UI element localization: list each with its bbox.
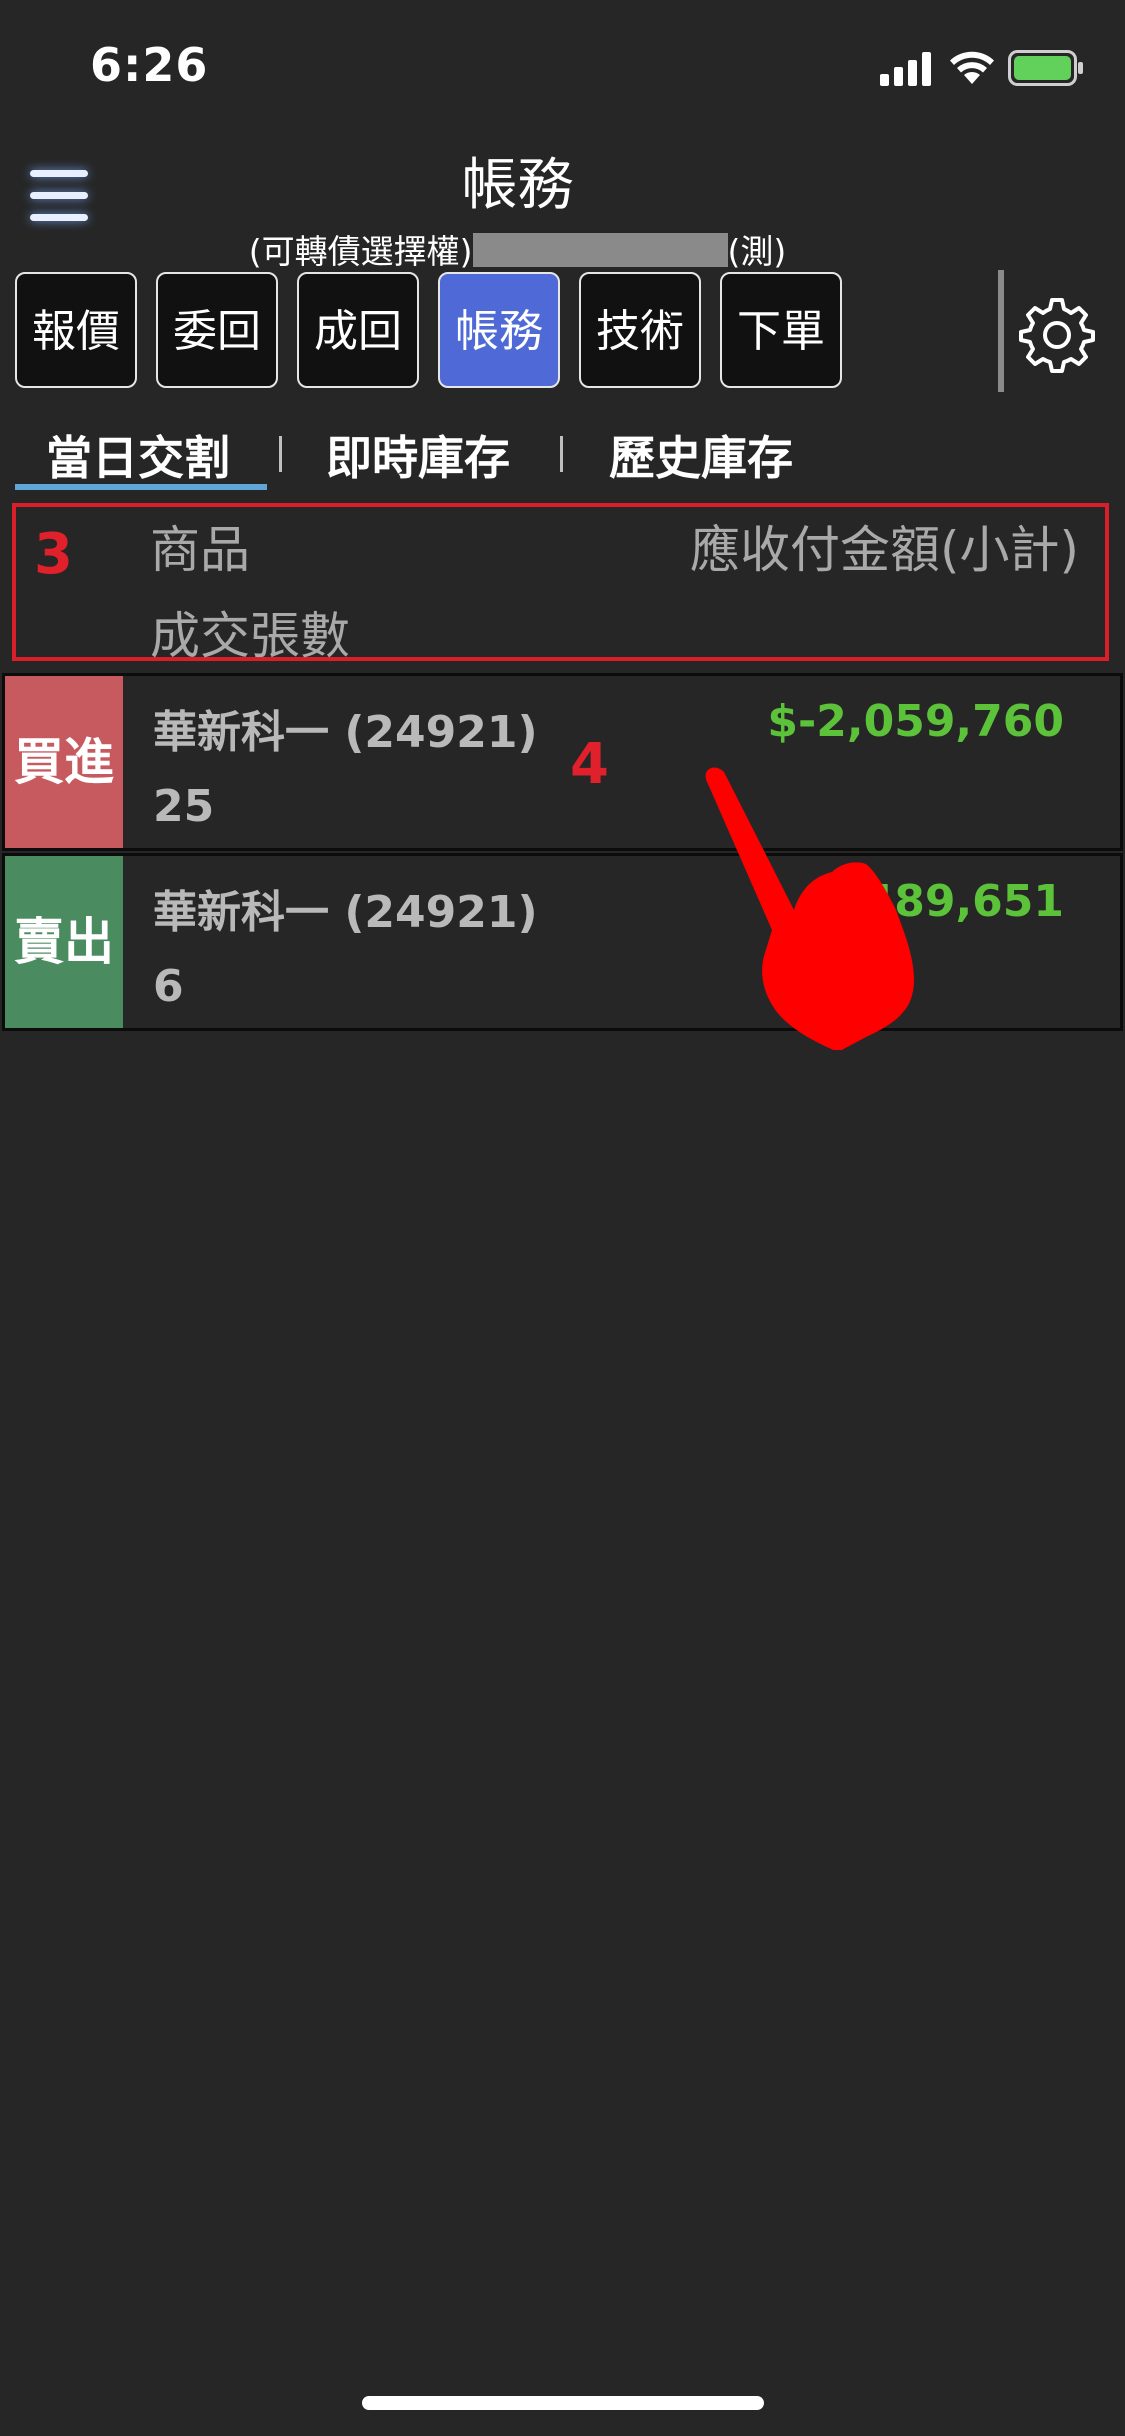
sell-badge: 賣出 (5, 856, 123, 1028)
subtab-history-inventory[interactable]: 歷史庫存 (609, 422, 793, 488)
subtab-realtime-inventory[interactable]: 即時庫存 (326, 422, 510, 488)
subtab-separator (279, 436, 282, 472)
table-row[interactable]: 買進 華新科一 (24921) 25 $-2,059,760 (2, 673, 1123, 851)
gear-icon[interactable] (1018, 296, 1096, 374)
row-product-name: 華新科一 (24921) (153, 887, 538, 938)
status-bar: 6:26 (0, 0, 1125, 140)
account-redaction (472, 233, 728, 267)
status-time: 6:26 (90, 38, 209, 92)
annotation-marker-4: 4 (570, 732, 609, 797)
account-suffix: (測) (727, 232, 787, 271)
tap-hand-icon (705, 767, 914, 1050)
buy-badge: 買進 (5, 676, 123, 848)
row-amount: $-2,059,760 (767, 696, 1064, 747)
tab-place-order[interactable]: 下單 (720, 272, 842, 388)
table-row[interactable]: 賣出 華新科一 (24921) 6 489,651 (2, 853, 1123, 1031)
column-header-product: 商品 (150, 521, 250, 579)
tab-quote[interactable]: 報價 (15, 272, 137, 388)
subtab-same-day-settlement[interactable]: 當日交割 (46, 422, 230, 488)
row-quantity: 6 (153, 961, 184, 1012)
page-title: 帳務 (461, 153, 574, 218)
subtab-separator (560, 436, 563, 472)
function-tabs: 報價 委回 成回 帳務 技術 下單 (15, 272, 1015, 390)
row-product-name: 華新科一 (24921) (153, 707, 538, 758)
active-subtab-underline (15, 484, 267, 490)
row-quantity: 25 (153, 781, 215, 832)
column-header-quantity: 成交張數 (150, 607, 350, 665)
tab-trade-report[interactable]: 成回 (297, 272, 419, 388)
home-indicator[interactable] (362, 2396, 764, 2410)
sub-tabs: 當日交割 即時庫存 歷史庫存 (0, 410, 1125, 492)
wifi-icon (950, 51, 994, 84)
tab-technical[interactable]: 技術 (579, 272, 701, 388)
account-line: (可轉債選擇權) (測) (0, 225, 1035, 273)
column-header-amount: 應收付金額(小計) (690, 521, 1080, 579)
account-prefix: (可轉債選擇權) (248, 232, 473, 271)
annotation-marker-3: 3 (34, 522, 73, 587)
tab-divider (998, 270, 1004, 392)
battery-icon (1008, 50, 1083, 86)
tab-order-report[interactable]: 委回 (156, 272, 278, 388)
cellular-signal-icon (880, 52, 931, 86)
tab-account[interactable]: 帳務 (438, 272, 560, 388)
